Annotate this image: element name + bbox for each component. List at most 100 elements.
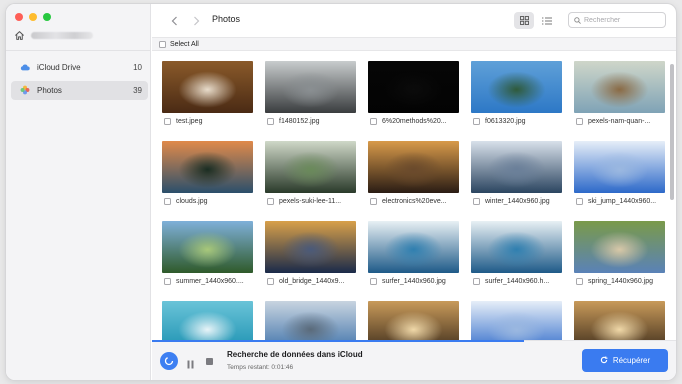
photo-checkbox[interactable] <box>473 118 480 125</box>
photo-checkbox[interactable] <box>576 118 583 125</box>
zoom-window-button[interactable] <box>43 13 51 21</box>
photo-checkbox[interactable] <box>164 118 171 125</box>
photo-checkbox[interactable] <box>576 278 583 285</box>
photo-caption: f1480152.jpg <box>267 118 319 125</box>
window-controls <box>15 13 51 21</box>
scanning-spinner-icon <box>160 352 178 370</box>
select-all-row[interactable]: Select All <box>152 37 676 51</box>
photo-tile[interactable]: winter_1440x960.jpg <box>469 141 563 213</box>
photo-thumbnail[interactable] <box>265 221 356 273</box>
photo-tile[interactable]: ski_jump_1440x960... <box>572 141 666 213</box>
list-view-icon[interactable] <box>537 12 557 29</box>
photo-thumbnail[interactable] <box>471 141 562 193</box>
photo-tile[interactable]: old_bridge_1440x9... <box>263 221 357 293</box>
minimize-window-button[interactable] <box>29 13 37 21</box>
photo-filename: test.jpeg <box>176 118 203 125</box>
photo-thumbnail[interactable] <box>574 61 665 113</box>
scrollbar[interactable] <box>670 64 674 200</box>
bottom-bar: Recherche de données dans iCloud Temps r… <box>152 340 676 380</box>
photo-checkbox[interactable] <box>164 198 171 205</box>
photo-filename: old_bridge_1440x9... <box>279 278 345 285</box>
photo-tile[interactable]: clouds.jpg <box>160 141 254 213</box>
page-title: Photos <box>212 14 241 24</box>
chevron-left-icon[interactable] <box>166 13 182 29</box>
time-remaining: Temps restant: 0:01:46 <box>227 364 294 371</box>
photo-filename: electronics%20eve... <box>382 198 447 205</box>
photo-thumbnail[interactable] <box>265 61 356 113</box>
recover-label: Récupérer <box>612 356 651 365</box>
cloud-icon <box>20 63 30 73</box>
home-icon[interactable] <box>14 30 25 41</box>
photo-tile[interactable]: 6%20methods%20... <box>366 61 460 133</box>
photo-caption: surfer_1440x960.jpg <box>370 278 446 285</box>
photo-thumbnail[interactable] <box>162 61 253 113</box>
photo-filename: spring_1440x960.jpg <box>588 278 653 285</box>
photo-thumbnail[interactable] <box>368 301 459 341</box>
photo-checkbox[interactable] <box>576 198 583 205</box>
photo-checkbox[interactable] <box>473 278 480 285</box>
photo-filename: summer_1440x960.... <box>176 278 244 285</box>
photo-checkbox[interactable] <box>267 278 274 285</box>
account-row[interactable] <box>14 30 93 41</box>
photo-checkbox[interactable] <box>267 198 274 205</box>
photo-checkbox[interactable] <box>473 198 480 205</box>
search-box[interactable] <box>568 12 666 28</box>
photo-caption: pexels-nam-quan-... <box>576 118 650 125</box>
search-icon <box>574 11 581 29</box>
photo-caption: surfer_1440x960.h... <box>473 278 549 285</box>
close-window-button[interactable] <box>15 13 23 21</box>
photo-tile[interactable] <box>263 301 357 341</box>
chevron-right-icon[interactable] <box>188 13 204 29</box>
app-window: iCloud Drive 10 Photos 39 Photos Recherc… <box>6 4 676 380</box>
photo-tile[interactable]: pexels-nam-quan-... <box>572 61 666 133</box>
photo-thumbnail[interactable] <box>574 301 665 341</box>
photo-filename: pexels-suki-lee-11... <box>279 198 342 205</box>
photo-thumbnail[interactable] <box>162 221 253 273</box>
photo-tile[interactable] <box>469 301 563 341</box>
photo-filename: surfer_1440x960.h... <box>485 278 550 285</box>
photo-filename: 6%20methods%20... <box>382 118 447 125</box>
photo-thumbnail[interactable] <box>368 61 459 113</box>
photo-tile[interactable]: test.jpeg <box>160 61 254 133</box>
select-all-checkbox[interactable] <box>159 40 166 48</box>
photo-tile[interactable]: f0613320.jpg <box>469 61 563 133</box>
photo-tile[interactable] <box>572 301 666 341</box>
photo-thumbnail[interactable] <box>471 221 562 273</box>
photo-checkbox[interactable] <box>370 118 377 125</box>
photo-thumbnail[interactable] <box>368 141 459 193</box>
photo-checkbox[interactable] <box>164 278 171 285</box>
sidebar-item-photos[interactable]: Photos 39 <box>11 81 148 100</box>
photo-tile[interactable]: pexels-suki-lee-11... <box>263 141 357 213</box>
photo-tile[interactable]: f1480152.jpg <box>263 61 357 133</box>
refresh-icon <box>600 355 608 366</box>
sidebar-item-icloud-drive[interactable]: iCloud Drive 10 <box>11 58 148 77</box>
account-name-blurred <box>31 32 93 39</box>
photo-thumbnail[interactable] <box>471 61 562 113</box>
photo-filename: pexels-nam-quan-... <box>588 118 651 125</box>
grid-view-icon[interactable] <box>514 12 534 29</box>
photo-thumbnail[interactable] <box>471 301 562 341</box>
photo-tile[interactable]: electronics%20eve... <box>366 141 460 213</box>
search-input[interactable] <box>584 16 664 24</box>
photo-thumbnail[interactable] <box>574 221 665 273</box>
photo-tile[interactable]: spring_1440x960.jpg <box>572 221 666 293</box>
recover-button[interactable]: Récupérer <box>582 349 668 372</box>
photo-thumbnail[interactable] <box>162 301 253 341</box>
photo-filename: f1480152.jpg <box>279 118 320 125</box>
pause-icon[interactable] <box>187 356 194 374</box>
photo-checkbox[interactable] <box>370 198 377 205</box>
photo-thumbnail[interactable] <box>368 221 459 273</box>
photo-tile[interactable]: surfer_1440x960.jpg <box>366 221 460 293</box>
photo-tile[interactable]: summer_1440x960.... <box>160 221 254 293</box>
photo-thumbnail[interactable] <box>265 301 356 341</box>
photo-checkbox[interactable] <box>370 278 377 285</box>
photo-tile[interactable] <box>160 301 254 341</box>
stop-icon[interactable] <box>206 358 213 365</box>
photo-caption: f0613320.jpg <box>473 118 525 125</box>
photo-thumbnail[interactable] <box>265 141 356 193</box>
photo-checkbox[interactable] <box>267 118 274 125</box>
photo-thumbnail[interactable] <box>162 141 253 193</box>
photo-tile[interactable]: surfer_1440x960.h... <box>469 221 563 293</box>
photo-tile[interactable] <box>366 301 460 341</box>
photo-thumbnail[interactable] <box>574 141 665 193</box>
